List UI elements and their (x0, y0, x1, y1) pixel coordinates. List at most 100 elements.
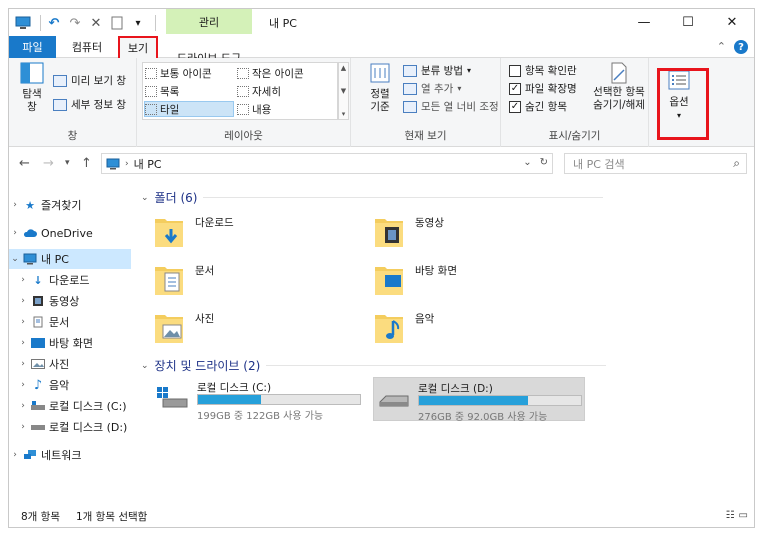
layout-list[interactable]: 목록 (145, 83, 179, 99)
minimize-button[interactable]: — (622, 9, 666, 35)
file-extensions-toggle[interactable]: ✓ 파일 확장명 (509, 80, 577, 97)
undo-icon[interactable]: ↶ (46, 15, 62, 31)
drives-section-header[interactable]: ⌄ 장치 및 드라이브 (2) (141, 357, 607, 374)
tab-file[interactable]: 파일 (9, 36, 56, 58)
folder-item[interactable]: 바탕 화면 (357, 257, 557, 301)
hide-selected-button[interactable]: 선택한 항목 숨기기/해제 (589, 62, 649, 112)
nav-item-downloads[interactable]: › ↓ 다운로드 (9, 270, 131, 290)
nav-item-onedrive[interactable]: › OneDrive (9, 223, 131, 243)
details-view-icon[interactable]: ☷ (726, 510, 735, 521)
nav-item-label: 동영상 (49, 295, 80, 308)
customize-dropdown-icon[interactable]: ▾ (130, 15, 146, 31)
nav-item-label: 음악 (49, 379, 70, 392)
back-arrow-icon[interactable]: ← (19, 156, 30, 171)
nav-item-network[interactable]: › 네트워크 (9, 445, 131, 465)
size-all-columns-button[interactable]: 모든 열 너비 조정 (403, 98, 499, 115)
chevron-right-icon[interactable]: › (17, 338, 29, 348)
unchecked-checkbox-icon[interactable] (509, 64, 521, 77)
folder-item[interactable]: 음악 (357, 305, 557, 349)
layout-small-icons[interactable]: 작은 아이콘 (237, 65, 304, 81)
maximize-button[interactable]: ☐ (666, 9, 710, 35)
chevron-right-icon[interactable]: › (17, 422, 29, 432)
search-input[interactable]: 내 PC 검색 (573, 156, 625, 172)
chevron-right-icon[interactable]: › (17, 359, 29, 369)
computer-icon[interactable] (15, 15, 31, 31)
large-icons-view-icon[interactable]: ▭ (739, 510, 748, 521)
collapse-ribbon-icon[interactable]: ⌃ (717, 40, 726, 53)
nav-item-local-disk-c[interactable]: › 로컬 디스크 (C:) (9, 396, 131, 416)
properties-icon[interactable] (109, 15, 125, 31)
chevron-right-icon[interactable]: › (9, 450, 21, 460)
layout-content[interactable]: 내용 (237, 101, 271, 117)
section-divider (266, 365, 607, 366)
address-dropdown-icon[interactable]: ⌄ (523, 157, 531, 168)
scroll-down-icon[interactable]: ▼ (341, 87, 346, 95)
hidden-items-toggle[interactable]: ✓ 숨긴 항목 (509, 98, 567, 115)
scroll-up-icon[interactable]: ▲ (341, 64, 346, 72)
refresh-icon[interactable]: ↻ (540, 157, 548, 168)
nav-item-label: OneDrive (41, 226, 93, 240)
folder-item[interactable]: 문서 (137, 257, 337, 301)
layout-details[interactable]: 자세히 (237, 83, 281, 99)
help-icon[interactable]: ? (734, 40, 748, 54)
group-by-label: 분류 방법 (421, 65, 463, 77)
forward-arrow-icon[interactable]: → (43, 156, 54, 171)
pc-icon (106, 158, 120, 169)
chevron-down-icon[interactable]: ⌄ (141, 361, 149, 371)
recent-locations-icon[interactable]: ▾ (65, 158, 70, 168)
context-tab-manage[interactable]: 관리 (166, 9, 252, 34)
layout-gallery-scroll[interactable]: ▲ ▼ ▾ (338, 62, 349, 120)
up-arrow-icon[interactable]: ↑ (81, 156, 92, 171)
delete-icon[interactable]: ✕ (88, 15, 104, 31)
close-button[interactable]: ✕ (710, 9, 754, 35)
drive-item-d[interactable]: 로컬 디스크 (D:) 276GB 중 92.0GB 사용 가능 (373, 377, 585, 423)
tab-computer[interactable]: 컴퓨터 (61, 36, 113, 58)
item-checkboxes-toggle[interactable]: 항목 확인란 (509, 62, 577, 79)
chevron-right-icon[interactable]: › (17, 380, 29, 390)
drive-item-c[interactable]: 로컬 디스크 (C:) 199GB 중 122GB 사용 가능 (153, 377, 365, 422)
tab-view[interactable]: 보기 (118, 36, 158, 58)
folder-item[interactable]: 사진 (137, 305, 337, 349)
drive-usage-fill (419, 396, 528, 405)
folders-section-header[interactable]: ⌄ 폴더 (6) (141, 189, 604, 206)
nav-item-music[interactable]: › ♪ 음악 (9, 375, 131, 395)
search-box[interactable]: 내 PC 검색 ⌕ (564, 153, 747, 174)
breadcrumb-separator[interactable]: › (125, 159, 129, 169)
details-pane-button[interactable]: 세부 정보 창 (53, 96, 126, 113)
search-icon[interactable]: ⌕ (733, 156, 740, 171)
folder-item[interactable]: 다운로드 (137, 209, 337, 253)
checked-checkbox-icon[interactable]: ✓ (509, 82, 521, 95)
chevron-right-icon[interactable]: › (17, 317, 29, 327)
navigation-pane-button[interactable]: 탐색 창 (15, 62, 49, 114)
desktop-icon (31, 337, 45, 349)
layout-tiles[interactable]: 타일 (144, 101, 234, 117)
sort-by-button[interactable]: 정렬 기준 (363, 62, 397, 114)
chevron-right-icon[interactable]: › (17, 401, 29, 411)
nav-item-this-pc[interactable]: ⌄ 내 PC (9, 249, 131, 269)
nav-item-pictures[interactable]: › 사진 (9, 354, 131, 374)
folder-item[interactable]: 동영상 (357, 209, 557, 253)
chevron-right-icon[interactable]: › (17, 296, 29, 306)
layout-medium-icons[interactable]: 보통 아이콘 (145, 65, 212, 81)
chevron-down-icon[interactable]: ⌄ (9, 254, 21, 264)
breadcrumb-path[interactable]: 내 PC (134, 156, 162, 172)
preview-pane-button[interactable]: 미리 보기 창 (53, 72, 126, 89)
nav-item-videos[interactable]: › 동영상 (9, 291, 131, 311)
windows-drive-icon (157, 387, 188, 408)
redo-icon[interactable]: ↷ (67, 15, 83, 31)
nav-item-desktop[interactable]: › 바탕 화면 (9, 333, 131, 353)
checked-checkbox-icon[interactable]: ✓ (509, 100, 521, 113)
address-bar[interactable]: › 내 PC ⌄ ↻ (101, 153, 553, 174)
ribbon-group-layout: 보통 아이콘 작은 아이콘 목록 자세히 타일 내용 ▲ ▼ ▾ 레이아웃 (137, 58, 351, 147)
chevron-down-icon[interactable]: ⌄ (141, 193, 149, 203)
group-by-button[interactable]: 분류 방법 ▾ (403, 62, 471, 79)
nav-item-favorites[interactable]: › ★ 즐겨찾기 (9, 195, 131, 215)
nav-item-local-disk-d[interactable]: › 로컬 디스크 (D:) (9, 417, 131, 437)
add-columns-button[interactable]: 열 추가 ▾ (403, 80, 461, 97)
chevron-right-icon[interactable]: › (9, 200, 21, 210)
gallery-more-icon[interactable]: ▾ (342, 110, 346, 118)
chevron-right-icon[interactable]: › (17, 275, 29, 285)
nav-item-documents[interactable]: › 문서 (9, 312, 131, 332)
status-bar: 8개 항목 1개 항목 선택함 ☷ ▭ (9, 505, 754, 527)
chevron-right-icon[interactable]: › (9, 228, 21, 238)
